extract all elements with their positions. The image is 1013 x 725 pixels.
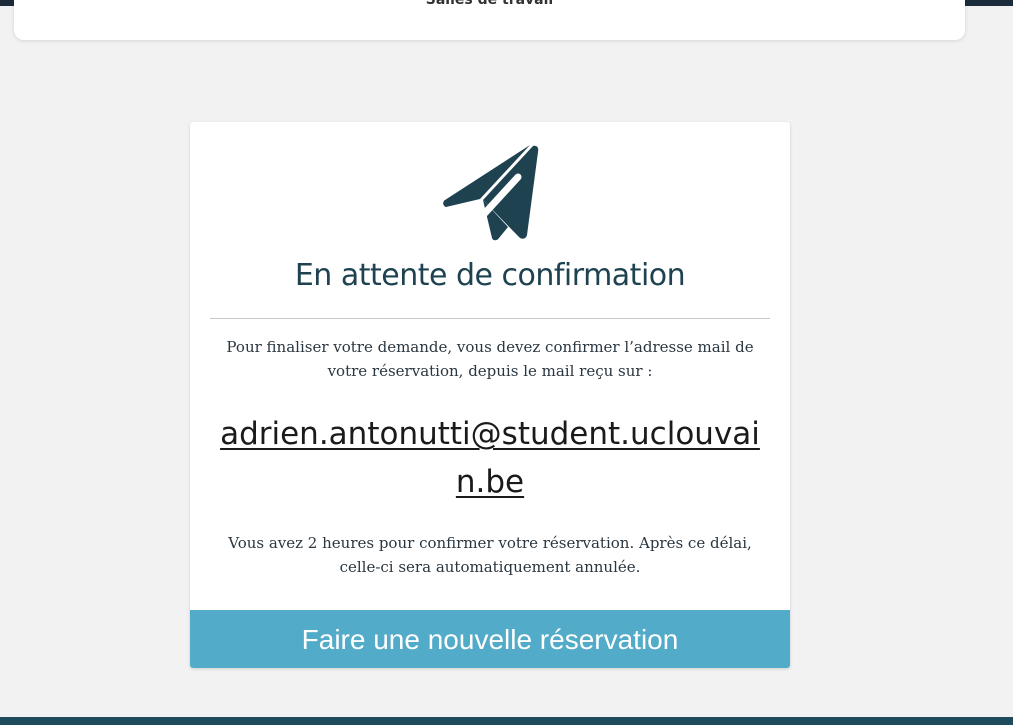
page-title: En attente de confirmation xyxy=(294,258,686,293)
delay-notice: Vous avez 2 heures pour confirmer votre … xyxy=(228,534,752,576)
header-card: Salles de travail xyxy=(14,0,965,40)
instructions-text: Pour finaliser votre demande, vous devez… xyxy=(226,338,754,380)
footer-bar xyxy=(0,717,1013,725)
header-partial-text: Salles de travail xyxy=(425,0,554,8)
confirmation-card: En attente de confirmation Pour finalise… xyxy=(190,122,790,668)
paper-plane-icon xyxy=(443,145,539,241)
top-dark-edge-left xyxy=(0,0,14,6)
new-reservation-button[interactable]: Faire une nouvelle réservation xyxy=(190,610,790,668)
top-dark-edge-right xyxy=(965,0,1013,6)
email-link[interactable]: adrien.antonutti@student.uclouvain.be xyxy=(220,410,760,506)
divider xyxy=(210,318,770,319)
